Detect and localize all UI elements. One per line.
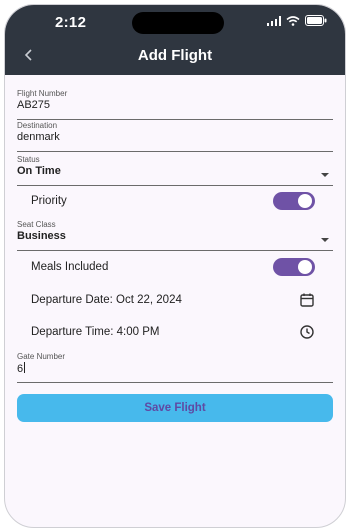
status-icons (267, 15, 327, 26)
battery-icon (305, 15, 327, 26)
gate-number-value: 6 (17, 363, 24, 375)
calendar-icon[interactable] (299, 292, 315, 308)
departure-time-row[interactable]: Departure Time: 4:00 PM (17, 319, 333, 345)
priority-row: Priority (17, 188, 333, 214)
clock-icon[interactable] (299, 324, 315, 340)
priority-toggle[interactable] (273, 192, 315, 210)
flight-number-label: Flight Number (17, 89, 68, 98)
seat-class-label: Seat Class (17, 220, 56, 229)
status-dropdown[interactable]: Status On Time (17, 155, 333, 186)
app-bar: Add Flight (5, 39, 345, 75)
toggle-knob (298, 260, 312, 274)
wifi-icon (286, 15, 300, 26)
meals-label: Meals Included (31, 261, 109, 273)
dropdown-icon (321, 238, 329, 242)
toggle-knob (298, 194, 312, 208)
signal-icon (267, 15, 281, 26)
seat-class-dropdown[interactable]: Seat Class Business (17, 220, 333, 251)
dynamic-island (132, 12, 224, 34)
app-header: 2:12 Add Flight (5, 5, 345, 75)
seat-class-value: Business (17, 230, 66, 242)
departure-date-text: Departure Date: Oct 22, 2024 (31, 294, 182, 306)
status-label: Status (17, 155, 40, 164)
departure-date-row[interactable]: Departure Date: Oct 22, 2024 (17, 287, 333, 313)
dropdown-icon (321, 173, 329, 177)
flight-number-field[interactable]: Flight Number AB275 (17, 89, 333, 120)
gate-number-field[interactable]: Gate Number 6 (17, 352, 333, 383)
destination-label: Destination (17, 121, 58, 130)
page-title: Add Flight (137, 47, 213, 64)
status-time: 2:12 (55, 14, 87, 31)
gate-number-label: Gate Number (17, 352, 66, 361)
status-value: On Time (17, 165, 61, 177)
save-flight-button[interactable]: Save Flight (17, 394, 333, 422)
phone-screen: 2:12 Add Flight Flight Number AB275 Dest… (4, 4, 346, 528)
meals-row: Meals Included (17, 254, 333, 280)
text-cursor (24, 362, 26, 373)
priority-label: Priority (31, 195, 67, 207)
gate-number-input[interactable]: 6 (17, 362, 333, 375)
destination-field[interactable]: Destination denmark (17, 121, 333, 152)
destination-value[interactable]: denmark (17, 131, 333, 143)
status-bar: 2:12 (5, 5, 345, 39)
flight-number-value[interactable]: AB275 (17, 99, 333, 111)
departure-time-text: Departure Time: 4:00 PM (31, 326, 160, 338)
meals-toggle[interactable] (273, 258, 315, 276)
